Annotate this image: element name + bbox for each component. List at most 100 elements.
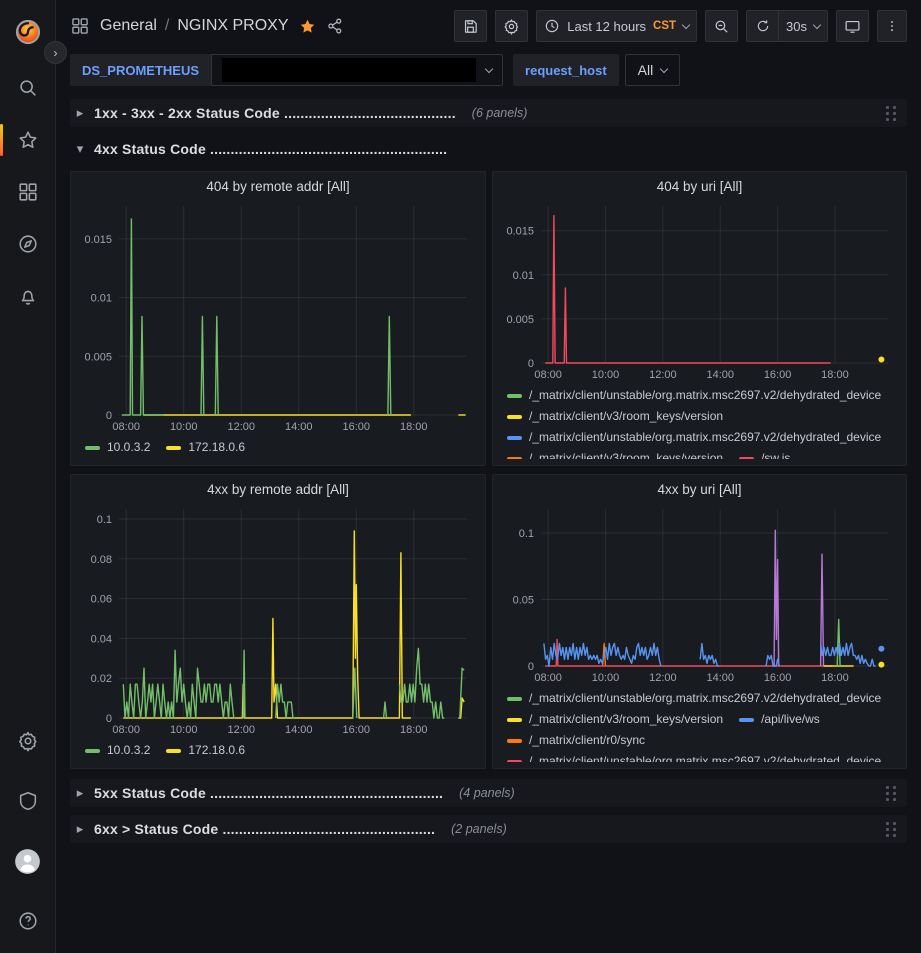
chevron-down-icon — [813, 20, 821, 28]
sidebar-item-configuration[interactable] — [0, 725, 55, 757]
zoom-out-button[interactable] — [705, 10, 738, 42]
legend-item[interactable]: 10.0.3.2 — [85, 740, 150, 761]
refresh-icon — [755, 18, 771, 34]
svg-text:14:00: 14:00 — [706, 672, 734, 684]
panel-404-by-remote-addr: 404 by remote addr [All] 08:0010:0012:00… — [70, 171, 486, 466]
svg-text:0.08: 0.08 — [91, 554, 112, 566]
sidebar-expand-button[interactable]: › — [44, 41, 67, 64]
variable-selected-value: All — [638, 62, 654, 78]
legend-item[interactable]: /sw.js — [739, 448, 790, 459]
timeseries-chart[interactable]: 08:0010:0012:0014:0016:0018:0000.050.1 — [501, 501, 898, 686]
sidebar-item-help[interactable] — [0, 905, 55, 937]
sidebar-item-alerting[interactable] — [0, 280, 55, 312]
row-header-1xx-3xx-2xx[interactable]: ▸ 1xx - 3xx - 2xx Status Code ..........… — [70, 99, 907, 127]
variable-label-ds-prometheus: DS_PROMETHEUS — [70, 54, 211, 86]
svg-text:14:00: 14:00 — [706, 369, 734, 381]
row-header-6xx[interactable]: ▸ 6xx > Status Code ....................… — [70, 815, 907, 843]
legend-item[interactable]: /_matrix/client/v3/room_keys/version — [507, 406, 723, 427]
sidebar-item-starred[interactable] — [0, 124, 55, 156]
tv-mode-button[interactable] — [836, 10, 869, 42]
panel-4xx-by-uri: 4xx by uri [All] 08:0010:0012:0014:0016:… — [492, 474, 907, 769]
kebab-menu-icon — [885, 18, 899, 34]
legend-item[interactable]: /_matrix/client/unstable/org.matrix.msc2… — [507, 688, 881, 709]
redacted-value — [222, 58, 476, 82]
legend-label: 172.18.0.6 — [188, 437, 245, 458]
timeseries-chart[interactable]: 08:0010:0012:0014:0016:0018:0000.0050.01… — [501, 198, 898, 383]
sidebar-item-explore[interactable] — [0, 228, 55, 260]
favorite-star-icon[interactable] — [299, 18, 316, 35]
legend-item[interactable]: /_matrix/client/unstable/org.matrix.msc2… — [507, 385, 881, 406]
row-drag-handle-icon[interactable] — [886, 106, 903, 121]
row-header-4xx[interactable]: ▾ 4xx Status Code ......................… — [70, 135, 907, 163]
legend-item[interactable]: /_matrix/client/r0/sync — [507, 730, 645, 751]
legend-item[interactable]: 10.0.3.2 — [85, 437, 150, 458]
svg-text:0.01: 0.01 — [513, 270, 534, 282]
svg-text:0.06: 0.06 — [91, 594, 112, 606]
variable-value-ds-prometheus[interactable] — [211, 54, 503, 86]
svg-text:0.015: 0.015 — [506, 226, 534, 238]
row-drag-handle-icon[interactable] — [886, 786, 903, 801]
legend-label: /_matrix/client/v3/room_keys/version — [529, 448, 723, 459]
variable-value-request-host[interactable]: All — [625, 54, 681, 86]
refresh-interval-label: 30s — [786, 19, 807, 34]
panel-legend: 10.0.3.2 172.18.0.6 — [79, 435, 477, 459]
legend-label: 10.0.3.2 — [107, 437, 150, 458]
panel-legend: 10.0.3.2 172.18.0.6 — [79, 738, 477, 762]
legend-label: 10.0.3.2 — [107, 740, 150, 761]
legend-item[interactable]: /_matrix/client/unstable/org.matrix.msc2… — [507, 751, 881, 762]
legend-item[interactable]: /_matrix/client/unstable/org.matrix.msc2… — [507, 427, 881, 448]
time-range-picker[interactable]: Last 12 hours CST — [536, 10, 697, 42]
breadcrumb-section[interactable]: General — [100, 17, 157, 35]
panel-title[interactable]: 4xx by remote addr [All] — [79, 479, 477, 501]
sidebar-item-server-admin[interactable] — [0, 785, 55, 817]
panel-grid-row-1: 404 by remote addr [All] 08:00 10:00 12:00… — [70, 171, 907, 466]
timeseries-chart[interactable]: 08:0010:0012:0014:0016:0018:0000.0050.01… — [79, 198, 477, 435]
save-dashboard-button[interactable] — [454, 10, 487, 42]
variables-bar: DS_PROMETHEUS request_host All — [56, 52, 921, 94]
svg-text:0.04: 0.04 — [91, 633, 112, 645]
legend-item[interactable]: /_matrix/client/v3/room_keys/version — [507, 448, 723, 459]
sidebar-item-dashboards[interactable] — [0, 176, 55, 208]
row-title: 1xx - 3xx - 2xx Status Code ............… — [94, 105, 456, 121]
legend-item[interactable]: 172.18.0.6 — [166, 740, 245, 761]
svg-text:12:00: 12:00 — [649, 369, 677, 381]
row-panel-count: (4 panels) — [459, 786, 515, 800]
legend-swatch — [507, 415, 522, 419]
svg-text:10:00: 10:00 — [592, 672, 620, 684]
legend-swatch — [507, 760, 522, 763]
timezone-label: CST — [653, 20, 676, 32]
svg-text:18:00: 18:00 — [821, 672, 849, 684]
svg-text:10:00: 10:00 — [170, 421, 198, 433]
row-header-5xx[interactable]: ▸ 5xx Status Code ......................… — [70, 779, 907, 807]
svg-text:18:00: 18:00 — [821, 369, 849, 381]
legend-label: /_matrix/client/unstable/org.matrix.msc2… — [529, 751, 881, 762]
legend-item[interactable]: /api/live/ws — [739, 709, 820, 730]
svg-text:18:00: 18:00 — [400, 724, 428, 736]
sidebar-item-search[interactable] — [0, 72, 55, 104]
svg-text:0.005: 0.005 — [506, 314, 534, 326]
row-drag-handle-icon[interactable] — [886, 822, 903, 837]
legend-swatch — [739, 718, 754, 722]
sidebar-item-profile[interactable] — [0, 845, 55, 877]
save-icon — [462, 18, 479, 35]
share-icon[interactable] — [326, 17, 344, 35]
more-options-button[interactable] — [877, 10, 907, 42]
timeseries-chart[interactable]: 08:0010:0012:0014:0016:0018:0000.020.040… — [79, 501, 477, 738]
chevron-right-icon: ▸ — [74, 821, 86, 837]
panel-title[interactable]: 404 by remote addr [All] — [79, 176, 477, 198]
apps-grid-icon[interactable] — [70, 16, 90, 36]
panel-legend: /_matrix/client/unstable/org.matrix.msc2… — [501, 686, 898, 762]
svg-text:0.01: 0.01 — [91, 293, 112, 305]
svg-text:0.005: 0.005 — [84, 351, 112, 363]
breadcrumb: General / NGINX PROXY — [100, 17, 289, 35]
refresh-button[interactable] — [746, 10, 778, 42]
legend-item[interactable]: 172.18.0.6 — [166, 437, 245, 458]
dashboard-settings-button[interactable] — [495, 10, 528, 42]
panel-legend: /_matrix/client/unstable/org.matrix.msc2… — [501, 383, 898, 459]
panel-title[interactable]: 404 by uri [All] — [501, 176, 898, 198]
refresh-interval-dropdown[interactable]: 30s — [778, 10, 828, 42]
legend-item[interactable]: /_matrix/client/v3/room_keys/version — [507, 709, 723, 730]
panel-title[interactable]: 4xx by uri [All] — [501, 479, 898, 501]
svg-text:08:00: 08:00 — [534, 369, 562, 381]
chevron-down-icon — [485, 64, 493, 72]
